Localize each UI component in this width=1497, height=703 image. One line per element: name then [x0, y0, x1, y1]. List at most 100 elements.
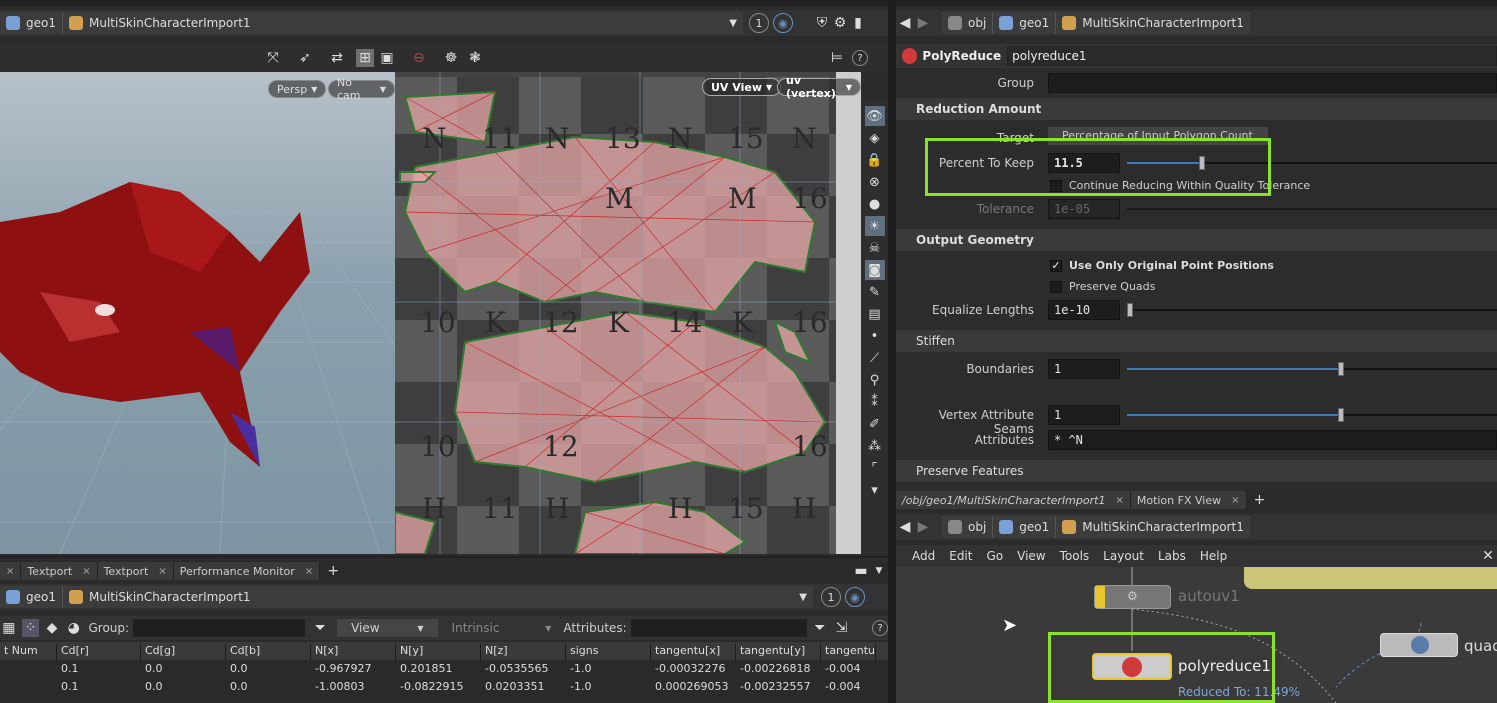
persp-menu[interactable]: Persp ▼ [268, 80, 327, 98]
menu-edit[interactable]: Edit [949, 549, 972, 563]
sphere-icon[interactable]: ● [865, 194, 885, 214]
no-entry-icon[interactable]: ⊖ [410, 49, 428, 67]
points-icon[interactable]: ⁘ [21, 619, 40, 637]
eye-icon[interactable]: 👁 [864, 106, 885, 126]
vertex-icon[interactable]: ◆ [43, 619, 61, 637]
section-output-geometry[interactable]: Output Geometry [896, 229, 1497, 251]
forward-arrow-icon[interactable]: ▶ [914, 518, 932, 536]
preserve-quads-checkbox[interactable] [1050, 281, 1062, 293]
plus-icon[interactable]: + [324, 562, 342, 580]
column-header[interactable]: t Num [0, 644, 57, 660]
point-icon[interactable]: • [865, 326, 885, 346]
uv-viewport[interactable]: N 11 N 13 N 15 N M M 16 10 K 12 K 14 K 1… [395, 72, 861, 554]
render-icon[interactable]: ▤ [865, 304, 885, 324]
forward-arrow-icon[interactable]: ▶ [914, 14, 932, 32]
point-number-icon[interactable]: ⁑ [865, 392, 885, 412]
menu-view[interactable]: View [1017, 549, 1045, 563]
boundaries-field[interactable]: 1 [1048, 359, 1120, 379]
path-crumb-import[interactable]: MultiSkinCharacterImport1 ▼ [62, 12, 743, 34]
column-header[interactable]: N[z] [481, 644, 566, 660]
transform-icon[interactable]: ⇄ [328, 49, 346, 67]
pane-divider-vertical[interactable] [888, 0, 896, 703]
column-header[interactable]: signs [566, 644, 651, 660]
column-header[interactable]: Cd[r] [57, 644, 141, 660]
menu-labs[interactable]: Labs [1158, 549, 1186, 563]
help-icon[interactable]: ? [852, 50, 868, 66]
slider-handle[interactable] [1338, 408, 1344, 422]
use-original-positions-checkbox[interactable]: ✓ [1050, 260, 1062, 272]
wrench-icon[interactable]: ✕ [1479, 547, 1497, 565]
target-icon[interactable]: ◉ [844, 587, 865, 607]
brush-icon[interactable]: ✎ [865, 282, 885, 302]
pane-menu-icon[interactable]: ▬ [852, 562, 870, 580]
group-input[interactable] [133, 619, 306, 637]
network-editor[interactable]: ⚙ autouv1 polyreduce1 Reduced To: 11.49%… [896, 567, 1497, 703]
menu-add[interactable]: Add [912, 549, 935, 563]
attributes-field[interactable]: * ^N [1048, 430, 1497, 450]
column-header[interactable]: N[x] [311, 644, 396, 660]
close-icon[interactable]: × [158, 566, 166, 577]
tab-performance-monitor[interactable]: Performance Monitor × [173, 562, 321, 580]
handle-icon[interactable]: ⤧ [264, 49, 282, 67]
menu-go[interactable]: Go [986, 549, 1003, 563]
section-preserve-features[interactable]: Preserve Features [896, 460, 1497, 482]
pick-icon[interactable]: ⚲ [865, 370, 885, 390]
lock-icon[interactable]: 🔒 [865, 150, 885, 170]
plus-icon[interactable]: + [1251, 491, 1269, 509]
ghost-icon[interactable]: ☸ [442, 49, 460, 67]
path-crumb-import[interactable]: MultiSkinCharacterImport1 [1056, 12, 1250, 34]
path-crumb-geo1[interactable]: geo1 [993, 12, 1057, 34]
close-icon[interactable]: × [305, 566, 313, 577]
display-icon[interactable]: ▣ [378, 49, 396, 67]
corner-icon[interactable]: ⌜ [865, 458, 885, 478]
edge-icon[interactable]: ⟋ [865, 348, 885, 368]
group-field[interactable] [1048, 73, 1497, 93]
frame-indicator[interactable]: 1 [820, 587, 841, 607]
tab-textport-2[interactable]: Textport × [97, 562, 174, 580]
path-crumb-import[interactable]: MultiSkinCharacterImport1 ▼ [62, 586, 813, 608]
select-icon[interactable]: ➶ [296, 49, 314, 67]
equalize-lengths-slider[interactable] [1127, 303, 1497, 317]
column-header[interactable]: N[y] [396, 644, 481, 660]
help-icon[interactable]: ? [872, 620, 888, 636]
column-header[interactable]: Cd[b] [226, 644, 311, 660]
path-crumb-geo1[interactable]: geo1 [993, 516, 1057, 538]
slider-handle[interactable] [1338, 362, 1344, 376]
chevron-down-icon[interactable]: ▾ [865, 480, 885, 500]
target-icon[interactable]: ◉ [772, 13, 793, 33]
close-icon[interactable]: × [1231, 495, 1239, 506]
column-header[interactable]: tangentu[x] [651, 644, 736, 660]
filter-icon[interactable]: ⏷ [311, 619, 329, 637]
back-arrow-icon[interactable]: ◀ [896, 518, 914, 536]
path-crumb-import[interactable]: MultiSkinCharacterImport1 [1056, 516, 1250, 538]
tab-motion-fx[interactable]: Motion FX View × [1130, 491, 1247, 509]
menu-layout[interactable]: Layout [1103, 549, 1144, 563]
column-header[interactable]: tangentu [821, 644, 876, 660]
view-dropdown[interactable]: View ▼ [337, 619, 438, 637]
export-icon[interactable]: ⇲ [833, 619, 851, 637]
tab-textport-1[interactable]: Textport × [21, 562, 98, 580]
light-icon[interactable]: ☀ [864, 216, 885, 236]
camera-icon[interactable]: ◙ [864, 260, 885, 280]
close-icon[interactable]: × [1115, 495, 1123, 506]
paint-icon[interactable]: ✐ [865, 414, 885, 434]
close-icon[interactable]: × [82, 566, 90, 577]
path-crumb-geo1[interactable]: geo1 [0, 12, 63, 34]
attributes-input[interactable] [630, 619, 807, 637]
menu-tools[interactable]: Tools [1060, 549, 1090, 563]
tab-network-path[interactable]: /obj/geo1/MultiSkinCharacterImport1 × [896, 491, 1131, 509]
boundaries-slider[interactable] [1127, 362, 1497, 376]
tolerance-field[interactable]: 1e-05 [1048, 199, 1120, 219]
column-header[interactable]: tangentu[y] [736, 644, 821, 660]
prims-icon[interactable]: ◕ [65, 619, 83, 637]
vertex-attribute-seams-field[interactable]: 1 [1048, 405, 1120, 425]
section-reduction-amount[interactable]: Reduction Amount [896, 98, 1497, 120]
intrinsics-dropdown[interactable]: Intrinsic ▼ [444, 619, 560, 637]
path-crumb-obj[interactable]: obj [942, 12, 994, 34]
frame-indicator[interactable]: 1 [748, 13, 769, 33]
3d-viewport[interactable]: Persp ▼ No cam ▼ [0, 72, 395, 554]
shield-icon[interactable]: ⛨ [813, 14, 831, 32]
path-crumb-geo1[interactable]: geo1 [0, 586, 63, 608]
prim-number-icon[interactable]: ⁂ [865, 436, 885, 456]
chevron-down-icon[interactable]: ▼ [870, 562, 888, 580]
